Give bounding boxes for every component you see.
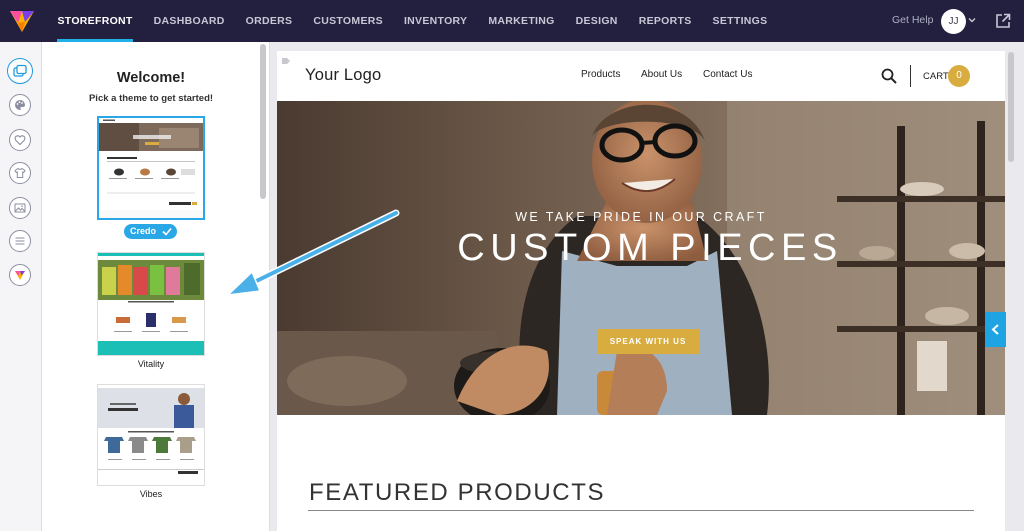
nav-customers[interactable]: CUSTOMERS <box>303 0 394 42</box>
vitality-preview-image <box>98 253 204 355</box>
expand-panel-tab[interactable] <box>985 312 1006 347</box>
editor-icon-rail <box>0 42 42 531</box>
palette-icon <box>15 100 25 110</box>
get-help-link[interactable]: Get Help <box>892 14 933 26</box>
checkmark-icon <box>162 227 172 236</box>
tshirt-icon <box>14 167 26 178</box>
site-nav-products[interactable]: Products <box>581 69 620 80</box>
theme-name-vibes: Vibes <box>139 489 163 499</box>
top-nav-bar: STOREFRONT DASHBOARD ORDERS CUSTOMERS IN… <box>0 0 1024 42</box>
themes-button[interactable] <box>7 58 33 84</box>
theme-name-vitality: Vitality <box>137 359 165 369</box>
nav-marketing[interactable]: MARKETING <box>478 0 565 42</box>
colors-button[interactable] <box>9 94 31 116</box>
header-divider <box>910 65 911 87</box>
navigation-button[interactable] <box>9 230 31 252</box>
panel-scrollbar[interactable] <box>260 44 266 199</box>
panel-subtitle: Pick a theme to get started! <box>88 93 214 104</box>
nav-dashboard[interactable]: DASHBOARD <box>143 0 235 42</box>
nav-settings[interactable]: SETTINGS <box>702 0 778 42</box>
pin-icon <box>282 58 290 64</box>
heart-icon <box>14 135 26 146</box>
speak-with-us-button[interactable]: SPEAK WITH US <box>597 329 699 354</box>
user-avatar[interactable]: JJ <box>941 9 966 34</box>
annotation-arrow-icon <box>225 209 400 297</box>
menu-icon <box>15 237 25 245</box>
products-button[interactable] <box>9 162 31 184</box>
selected-theme-label: Credo <box>130 226 157 236</box>
nav-reports[interactable]: REPORTS <box>628 0 702 42</box>
nav-inventory[interactable]: INVENTORY <box>393 0 477 42</box>
selected-theme-badge: Credo <box>124 224 177 239</box>
images-button[interactable] <box>9 197 31 219</box>
image-icon <box>14 203 26 213</box>
favicon-button[interactable] <box>9 264 31 286</box>
theme-thumbnail-vibes[interactable] <box>97 384 205 486</box>
theme-thumbnail-credo[interactable] <box>97 116 205 220</box>
chevron-down-icon[interactable] <box>968 16 976 24</box>
brand-logo-icon[interactable] <box>9 8 35 34</box>
featured-divider <box>308 510 974 511</box>
cart-label[interactable]: CART <box>923 71 949 82</box>
main-nav: STOREFRONT DASHBOARD ORDERS CUSTOMERS IN… <box>47 0 778 42</box>
themes-icon <box>13 64 27 77</box>
featured-products-heading: FEATURED PRODUCTS <box>309 479 606 506</box>
nav-design[interactable]: DESIGN <box>565 0 628 42</box>
site-nav-about[interactable]: About Us <box>641 69 682 80</box>
site-logo[interactable]: Your Logo <box>305 66 381 85</box>
theme-thumbnail-vitality[interactable] <box>97 252 205 356</box>
cart-count-badge[interactable]: 0 <box>948 65 970 87</box>
credo-preview-image <box>99 118 203 218</box>
nav-orders[interactable]: ORDERS <box>235 0 303 42</box>
favicon-icon <box>15 271 25 280</box>
favorites-button[interactable] <box>9 129 31 151</box>
nav-storefront[interactable]: STOREFRONT <box>47 0 143 42</box>
external-link-icon[interactable] <box>995 13 1011 29</box>
chevron-left-icon <box>991 324 999 335</box>
vibes-preview-image <box>98 385 204 485</box>
search-icon[interactable] <box>881 68 897 84</box>
preview-scrollbar[interactable] <box>1008 52 1014 162</box>
site-nav-contact[interactable]: Contact Us <box>703 69 752 80</box>
panel-title: Welcome! <box>116 70 186 86</box>
